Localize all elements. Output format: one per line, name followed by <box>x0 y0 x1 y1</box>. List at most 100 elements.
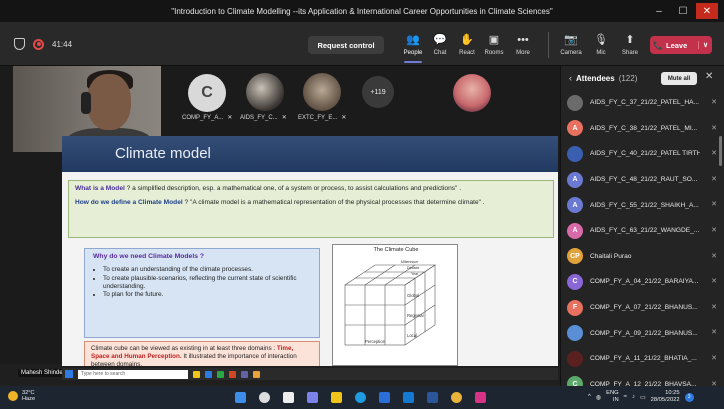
window-controls: – ☐ ✕ <box>648 3 718 19</box>
cube-label-millennium: Millennium <box>401 260 418 264</box>
react-label: React <box>459 49 475 56</box>
attendee-row[interactable]: COMP_FY_A_11_21/22_BHATIA_... ✕ <box>561 346 724 372</box>
react-button[interactable]: ✋ React <box>452 28 482 62</box>
attendee-row[interactable]: AIDS_FY_C_40_21/22_PATEL TIRTH ✕ <box>561 141 724 167</box>
avatar: A <box>567 222 583 239</box>
def-question: What is a Model <box>75 185 125 192</box>
taskbar-apps <box>232 389 488 405</box>
more-participants-button[interactable]: +119 <box>362 76 394 108</box>
edge-icon[interactable] <box>352 389 368 405</box>
definition-box: What is a Model ? a simplified descripti… <box>68 180 554 238</box>
back-icon[interactable]: ‹ <box>569 73 572 83</box>
attendee-name: Chaitali Purao <box>590 252 632 260</box>
attendee-row[interactable]: AIDS_FY_C_37_21/22_PATEL_HA... ✕ <box>561 90 724 116</box>
mic-off-icon: ✕ <box>711 124 717 132</box>
mic-label: Mic <box>596 49 606 56</box>
attendee-row[interactable]: C COMP_FY_A_04_21/22_BARAIYA... ✕ <box>561 269 724 295</box>
attendee-name: COMP_FY_A_09_21/22_BHANUS... <box>590 329 698 337</box>
attendee-row[interactable]: A AIDS_FY_C_63_21/22_WANGDE_... ✕ <box>561 218 724 244</box>
avatar <box>567 94 583 111</box>
people-label: People <box>403 49 423 56</box>
mic-off-icon: ✕ <box>711 252 717 260</box>
meeting-timer: 41:44 <box>52 39 73 49</box>
more-button[interactable]: ••• More <box>508 28 538 62</box>
presenter-name: Mahesh Shinde <box>18 369 66 377</box>
mic-off-icon: ✕ <box>711 201 717 209</box>
teams-icon[interactable] <box>472 389 488 405</box>
weather-widget[interactable]: 32°C Haze <box>8 390 35 403</box>
mic-off-icon: ✕ <box>711 329 717 337</box>
people-button[interactable]: 👥 People <box>398 28 428 63</box>
rooms-button[interactable]: ▣ Rooms <box>479 28 509 62</box>
mic-off-icon: ✕ <box>711 226 717 234</box>
mic-button[interactable]: 🎙 Mic <box>586 28 616 62</box>
network-icon[interactable]: ◍ <box>596 394 601 401</box>
time: 10:25 <box>665 390 680 396</box>
chevron-up-icon[interactable]: ^ <box>588 394 591 400</box>
chat-icon[interactable] <box>304 389 320 405</box>
language: ENG <box>606 390 619 396</box>
attendee-row[interactable]: F COMP_FY_A_07_21/22_BHANUS... ✕ <box>561 295 724 321</box>
close-icon[interactable]: ✕ <box>705 71 713 82</box>
camera-button[interactable]: 📷 Camera <box>556 28 586 62</box>
domains-box: Climate cube can be viewed as existing i… <box>84 341 320 366</box>
start-button[interactable] <box>232 389 248 405</box>
mail-icon[interactable] <box>400 389 416 405</box>
request-control-button[interactable]: Request control <box>308 36 384 54</box>
wifi-icon[interactable]: ≈ <box>624 394 627 400</box>
attendee-name: AIDS_FY_C_37_21/22_PATEL_HA... <box>590 99 699 107</box>
attendee-name: AIDS_FY_C_38_21/22_PATEL_MI... <box>590 124 698 132</box>
slide-header: Climate model <box>62 136 558 172</box>
clock[interactable]: 10:25 28/05/2022 <box>651 390 680 404</box>
leave-button[interactable]: 📞 Leave ∨ <box>650 36 712 54</box>
volume-icon[interactable]: ♪ <box>632 394 635 400</box>
mute-all-button[interactable]: Mute all <box>661 72 697 85</box>
avatar: A <box>567 197 583 214</box>
weather-condition: Haze <box>22 396 36 403</box>
leave-dropdown-button[interactable]: ∨ <box>698 41 712 49</box>
participant-label: EXTC_FY_E... ✕ <box>298 114 346 122</box>
file-explorer-icon[interactable] <box>328 389 344 405</box>
close-window-button[interactable]: ✕ <box>696 3 718 19</box>
attendee-row[interactable]: CP Chaitali Purao ✕ <box>561 244 724 270</box>
battery-icon[interactable]: ▭ <box>640 394 646 401</box>
task-view-icon[interactable] <box>280 389 296 405</box>
def-text: ? a simplified description, esp. a mathe… <box>124 185 462 192</box>
search-icon[interactable] <box>256 389 272 405</box>
app-icon <box>253 370 260 378</box>
scrollbar[interactable] <box>719 136 722 166</box>
cube-label-decade: Decade <box>407 266 419 270</box>
shield-icon <box>14 38 25 50</box>
cube-label-global: Global <box>407 293 419 298</box>
avatar <box>567 350 583 367</box>
notification-badge[interactable]: 3 <box>684 392 694 402</box>
attendee-row[interactable]: A AIDS_FY_C_48_21/22_RAUT_SO... ✕ <box>561 167 724 193</box>
participant-avatar[interactable]: C <box>188 74 226 112</box>
attendee-row[interactable]: A AIDS_FY_C_55_21/22_SHAIKH_A... ✕ <box>561 192 724 218</box>
more-icon: ••• <box>517 33 529 46</box>
share-button[interactable]: ⬆ Share <box>615 28 645 62</box>
mic-off-icon: ✕ <box>711 278 717 286</box>
participant-avatar[interactable] <box>303 73 341 111</box>
cube-label-regional: Regional <box>407 313 424 318</box>
window-title: "Introduction to Climate Modelling --its… <box>171 6 553 16</box>
minimize-button[interactable]: – <box>648 3 670 19</box>
word-icon[interactable] <box>424 389 440 405</box>
store-icon[interactable] <box>376 389 392 405</box>
maximize-button[interactable]: ☐ <box>672 3 694 19</box>
avatar: A <box>567 120 583 137</box>
attendee-row[interactable]: A AIDS_FY_C_38_21/22_PATEL_MI... ✕ <box>561 116 724 142</box>
participant-name: COMP_FY_A... <box>182 114 224 121</box>
mic-off-icon: ✕ <box>711 354 717 362</box>
participant-avatar[interactable] <box>246 73 284 111</box>
cube-label-local: Local <box>407 333 417 338</box>
chat-label: Chat <box>433 49 447 56</box>
chat-button[interactable]: 💬 Chat <box>425 28 455 62</box>
participant-avatar[interactable] <box>453 74 491 112</box>
attendee-row[interactable]: COMP_FY_A_09_21/22_BHANUS... ✕ <box>561 320 724 346</box>
chrome-icon[interactable] <box>448 389 464 405</box>
language-indicator[interactable]: ENG IN <box>606 390 619 404</box>
list-item: To plan for the future. <box>103 291 311 299</box>
cube-label-year: Year <box>411 272 419 276</box>
recording-icon <box>33 38 44 50</box>
